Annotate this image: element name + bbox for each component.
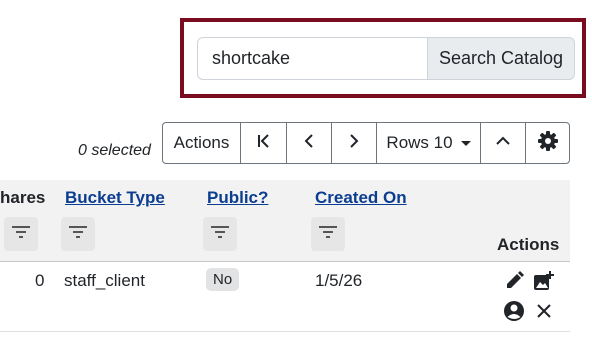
column-header-bucket-type[interactable]: Bucket Type xyxy=(65,188,165,208)
cell-bucket-type: staff_client xyxy=(64,271,145,290)
filter-button-public[interactable] xyxy=(203,217,237,251)
add-image-icon[interactable] xyxy=(533,270,555,292)
chevron-up-icon xyxy=(495,133,511,153)
column-header-actions: Actions xyxy=(497,235,560,254)
edit-icon[interactable] xyxy=(503,270,525,292)
actions-button-label: Actions xyxy=(173,133,230,152)
cell-shares: 0 xyxy=(35,271,45,290)
filter-button-shares[interactable] xyxy=(4,217,38,251)
row-divider xyxy=(0,331,570,332)
settings-button[interactable] xyxy=(525,122,570,164)
filter-icon xyxy=(68,224,88,245)
search-group: Search Catalog xyxy=(197,37,575,80)
user-icon[interactable] xyxy=(503,300,525,322)
first-page-button[interactable] xyxy=(240,122,287,164)
chevron-right-icon xyxy=(347,133,361,154)
close-icon[interactable] xyxy=(533,300,555,322)
filter-icon xyxy=(11,224,31,245)
rows-per-page-dropdown[interactable]: Rows 10 xyxy=(376,122,481,164)
filter-icon xyxy=(318,224,338,245)
column-header-shares: hares xyxy=(0,188,46,207)
search-input[interactable] xyxy=(197,37,428,80)
search-catalog-button[interactable]: Search Catalog xyxy=(428,37,575,80)
public-badge: No xyxy=(206,268,240,291)
collapse-button[interactable] xyxy=(480,122,526,164)
first-page-icon xyxy=(256,133,272,154)
column-header-created-on[interactable]: Created On xyxy=(315,188,407,208)
chevron-left-icon xyxy=(302,133,316,154)
gear-icon xyxy=(537,130,559,157)
actions-button[interactable]: Actions xyxy=(162,122,241,164)
previous-page-button[interactable] xyxy=(286,122,332,164)
filter-button-created-on[interactable] xyxy=(311,217,345,251)
cell-created-on: 1/5/26 xyxy=(315,271,363,290)
selected-count: 0 selected xyxy=(78,142,151,159)
filter-button-bucket-type[interactable] xyxy=(61,217,95,251)
table-toolbar: Actions Rows 10 xyxy=(162,122,570,164)
caret-down-icon xyxy=(460,140,471,146)
rows-per-page-label: Rows 10 xyxy=(386,133,453,152)
filter-icon xyxy=(210,224,230,245)
next-page-button[interactable] xyxy=(331,122,377,164)
column-header-public[interactable]: Public? xyxy=(207,188,268,208)
